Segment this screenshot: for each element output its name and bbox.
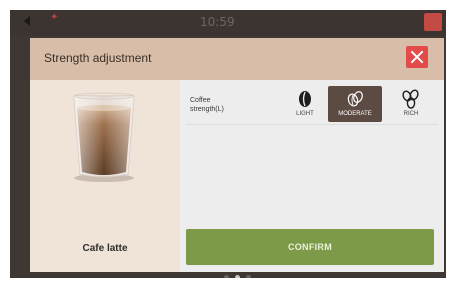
strength-dialog: Strength adjustment Cafe latte Coffee st…	[30, 38, 444, 272]
page-dot-active[interactable]	[235, 275, 240, 278]
three-beans-icon	[402, 89, 419, 109]
status-bar: ✦ 10:59	[10, 10, 446, 36]
option-moderate[interactable]: MODERATE	[328, 86, 382, 122]
strength-label: Coffee strength(L)	[190, 97, 224, 113]
clock: 10:59	[200, 15, 235, 29]
back-arrow-icon[interactable]	[24, 16, 30, 26]
drink-name: Cafe latte	[82, 243, 128, 254]
single-bean-icon	[299, 91, 311, 107]
page-dot[interactable]	[224, 275, 229, 278]
option-label: LIGHT	[296, 111, 314, 117]
two-beans-icon	[347, 91, 363, 107]
latte-glass-icon	[73, 92, 135, 182]
dialog-header: Strength adjustment	[30, 38, 444, 80]
strength-selector: Coffee strength(L) LIGHT MODERATE RICH	[186, 84, 438, 125]
top-menu-button[interactable]	[424, 13, 442, 31]
pagination-dots	[224, 275, 251, 278]
option-rich[interactable]: RICH	[386, 86, 436, 122]
dialog-title: Strength adjustment	[44, 51, 152, 65]
page-dot[interactable]	[246, 275, 251, 278]
close-button[interactable]	[406, 46, 428, 68]
option-label: MODERATE	[338, 111, 372, 117]
brand-logo-icon: ✦	[50, 12, 59, 23]
confirm-button[interactable]: CONFIRM	[186, 229, 434, 265]
option-label: RICH	[403, 111, 419, 117]
drink-preview: Cafe latte	[30, 80, 180, 272]
option-light[interactable]: LIGHT	[280, 86, 330, 122]
strength-panel: Coffee strength(L) LIGHT MODERATE RICH C…	[180, 80, 444, 272]
